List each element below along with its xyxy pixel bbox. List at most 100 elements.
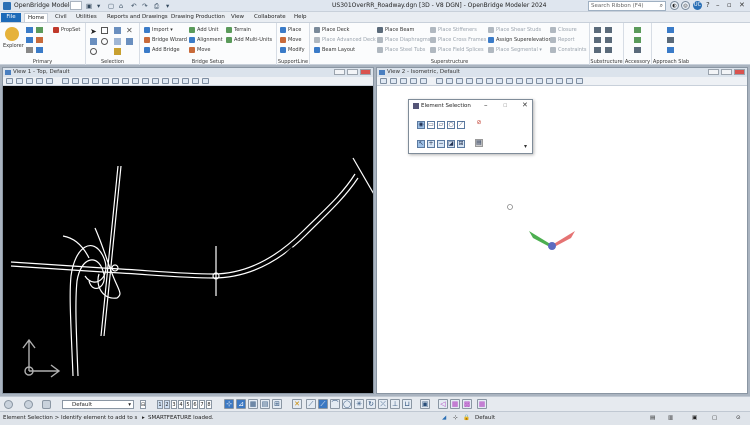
rotate-view-icon[interactable] — [82, 78, 89, 84]
place-arc-icon[interactable]: ⌒ — [330, 399, 340, 409]
propset-button[interactable]: PropSet — [53, 26, 80, 34]
fit-view-icon[interactable] — [72, 78, 79, 84]
place-supportline-button[interactable]: Place — [280, 26, 301, 34]
view-1-minimize-icon[interactable] — [334, 69, 345, 75]
bearing-icon[interactable] — [594, 47, 601, 53]
view-next-icon[interactable] — [496, 78, 503, 84]
view-toggle-7[interactable]: 7 — [199, 400, 205, 409]
view-2-close-icon[interactable] — [734, 69, 745, 75]
view-toggle-3[interactable]: 3 — [171, 400, 177, 409]
bridge-wizard-button[interactable]: Bridge Wizard — [144, 36, 187, 44]
select-circle-mode-icon[interactable]: ○ — [447, 121, 455, 129]
view-toggle-1[interactable]: 1 — [157, 400, 163, 409]
selection-mode-invert-icon[interactable]: ◪ — [447, 140, 455, 148]
save-icon[interactable]: ▣ — [86, 2, 92, 10]
annotation-icon[interactable]: ◁ — [438, 399, 448, 409]
snap-mode-icon[interactable]: ⊹ — [224, 399, 234, 409]
selection-mode-clear-icon[interactable]: ⊞ — [457, 140, 465, 148]
view-1-maximize-icon[interactable] — [347, 69, 358, 75]
group-icon[interactable] — [126, 38, 133, 45]
models-icon[interactable] — [36, 27, 43, 33]
select-by-attributes-icon[interactable] — [90, 38, 97, 45]
import-button[interactable]: Import ▾ — [144, 26, 173, 34]
view-toggle-8[interactable]: 8 — [206, 400, 212, 409]
tab-collaborate[interactable]: Collaborate — [251, 13, 289, 22]
new-file-icon[interactable]: ▢ — [108, 2, 114, 10]
update-view-icon[interactable] — [26, 78, 33, 84]
pier-icon[interactable] — [594, 27, 601, 33]
accudraw-status-icon[interactable]: ⊹ — [453, 412, 458, 425]
dialog-expand-icon[interactable]: ▾ — [524, 143, 527, 150]
quick-access-dropdown-icon[interactable]: ▾ — [97, 2, 100, 10]
level-lock-icon[interactable]: ⊞ — [272, 399, 282, 409]
lock-status-icon[interactable]: 🔒 — [463, 412, 470, 425]
levels-icon[interactable] — [26, 37, 33, 43]
lock-icon[interactable] — [114, 48, 121, 55]
place-approach-slab-icon[interactable] — [667, 27, 674, 33]
select-circle-icon[interactable] — [90, 48, 97, 55]
select-individual-icon[interactable]: ◉ — [417, 121, 425, 129]
selection-mode-new-icon[interactable]: ↖ — [417, 140, 425, 148]
grid-lock-icon[interactable]: ▦ — [248, 399, 258, 409]
place-deck-button[interactable]: Place Deck — [314, 26, 349, 34]
place-shear-studs-button[interactable]: Place Shear Studs — [488, 26, 541, 34]
place-field-splices-button[interactable]: Place Field Splices — [430, 46, 484, 54]
undo-icon[interactable]: ↶ — [131, 2, 136, 10]
view-toggle-5[interactable]: 5 — [185, 400, 191, 409]
tab-civil[interactable]: Civil — [52, 13, 70, 22]
zoom-in-icon[interactable] — [410, 78, 417, 84]
invert-selection-icon[interactable] — [114, 38, 121, 45]
workflow-dropdown[interactable] — [70, 1, 82, 10]
snap-settings-icon[interactable]: ✳ — [354, 399, 364, 409]
fit-view-icon[interactable] — [446, 78, 453, 84]
pattern-icon[interactable]: ▩ — [462, 399, 472, 409]
view-toggle-4[interactable]: 4 — [178, 400, 184, 409]
place-beam-button[interactable]: Place Beam — [377, 26, 414, 34]
camera-icon[interactable] — [152, 78, 159, 84]
add-bridge-button[interactable]: Add Bridge — [144, 46, 180, 54]
select-by-box-icon[interactable] — [101, 27, 108, 34]
place-segmental-button[interactable]: Place Segmental ▾ — [488, 46, 542, 54]
select-block-icon[interactable]: ▭ — [427, 121, 435, 129]
close-window-icon[interactable]: ✕ — [739, 1, 745, 9]
hide-icon[interactable] — [576, 78, 583, 84]
clear-selection-icon[interactable]: ✕ — [126, 26, 133, 35]
clip-volume-icon[interactable] — [142, 78, 149, 84]
pile-icon[interactable] — [605, 37, 612, 43]
rotate-icon[interactable]: ↻ — [366, 399, 376, 409]
tab-file[interactable]: File — [1, 13, 21, 22]
explorer-button[interactable]: Explorer — [3, 42, 24, 50]
view-1-close-icon[interactable] — [360, 69, 371, 75]
select-shape-icon[interactable]: ▱ — [437, 121, 445, 129]
render-icon[interactable] — [162, 78, 169, 84]
search-ribbon-input[interactable]: Search Ribbon (F4) ⌕ — [588, 1, 666, 11]
render-icon[interactable] — [536, 78, 543, 84]
view-forward-icon[interactable] — [24, 400, 33, 409]
display-style-icon[interactable] — [36, 47, 43, 53]
view-2-minimize-icon[interactable] — [708, 69, 719, 75]
hide-icon[interactable] — [202, 78, 209, 84]
dialog-maximize-icon[interactable]: ▫ — [503, 101, 508, 109]
tab-help[interactable]: Help — [291, 13, 310, 22]
modify-approach-slab-icon[interactable] — [667, 37, 674, 43]
pan-view-icon[interactable] — [466, 78, 473, 84]
snap-status-icon[interactable]: ◢ — [442, 412, 446, 425]
zoom-out-icon[interactable] — [46, 78, 53, 84]
toggle-3d-icon[interactable] — [506, 78, 513, 84]
constraints-button[interactable]: Constraints — [550, 46, 587, 54]
select-by-circle-icon[interactable] — [101, 38, 108, 45]
customize-icon[interactable]: ▾ — [166, 2, 169, 10]
tab-reports-and-drawings[interactable]: Reports and Drawings — [104, 13, 171, 22]
fence-icon[interactable]: ▣ — [420, 399, 430, 409]
section-icon[interactable]: ⊔ — [402, 399, 412, 409]
railing-icon[interactable] — [634, 37, 641, 43]
sync-status-icon[interactable]: ▣ — [692, 412, 697, 425]
footing-icon[interactable] — [594, 37, 601, 43]
connect-icon[interactable]: ◎ — [681, 1, 690, 10]
view-1-canvas[interactable] — [3, 86, 376, 393]
notification-icon[interactable]: ⊙ — [736, 412, 741, 425]
barrier-icon[interactable] — [634, 27, 641, 33]
pan-view-icon[interactable] — [92, 78, 99, 84]
model-status-icon[interactable]: ▥ — [668, 412, 673, 425]
place-circle-icon[interactable]: ◯ — [342, 399, 352, 409]
